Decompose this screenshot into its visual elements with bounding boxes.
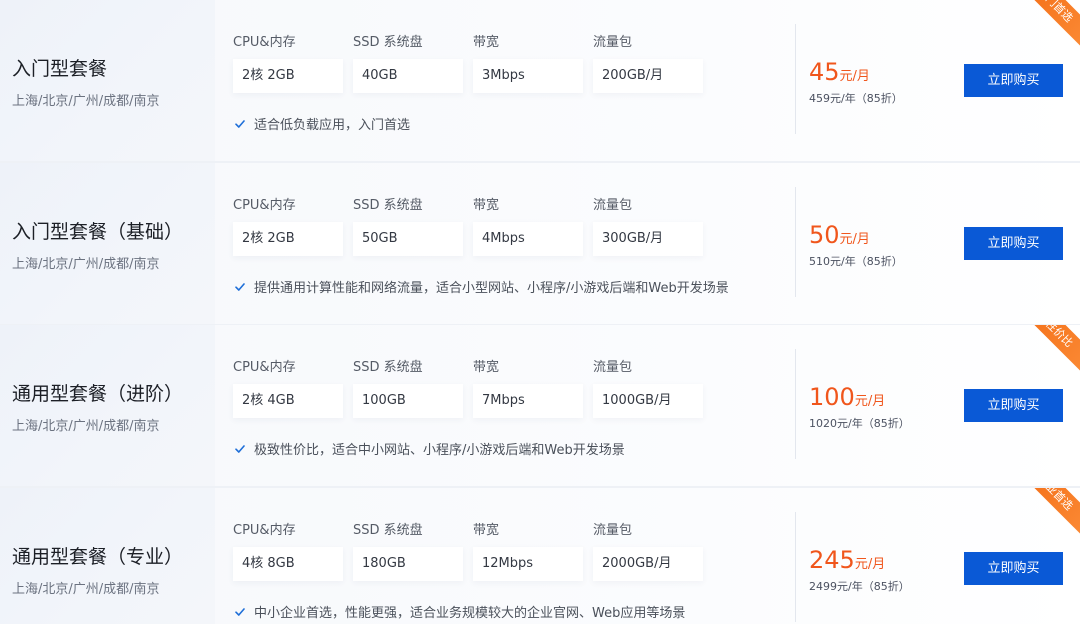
price-monthly: 245	[809, 546, 855, 574]
plan-list: 入门型套餐 上海/北京/广州/成都/南京 CPU&内存 SSD 系统盘 带宽 流量包 2核 …	[0, 0, 1080, 624]
plan-name: 通用型套餐（进阶）	[12, 383, 184, 405]
spec-value: 2核 2GB	[233, 59, 343, 93]
plan-feature-text: 提供通用计算性能和网络流量，适合小型网站、小程序/小游戏后端和Web开发场景	[254, 281, 729, 296]
plan-regions: 上海/北京/广州/成都/南京	[12, 419, 160, 434]
plan-name: 入门型套餐	[12, 58, 108, 80]
corner-badge: 企业首选	[1011, 488, 1080, 537]
spec-header: 流量包	[593, 360, 633, 375]
plan-feature: 适合低负载应用，入门首选	[235, 114, 410, 133]
plan-feature-text: 中小企业首选，性能更强，适合业务规模较大的企业官网、Web应用等场景	[254, 606, 686, 621]
plan-name: 入门型套餐（基础）	[12, 221, 184, 243]
spec-value: 180GB	[353, 547, 463, 581]
plan-summary: 通用型套餐（进阶） 上海/北京/广州/成都/南京	[0, 325, 215, 486]
spec-header: 带宽	[473, 523, 500, 538]
plan-regions: 上海/北京/广州/成都/南京	[12, 582, 160, 597]
corner-badge: 入门首选	[1011, 0, 1080, 49]
price-unit: 元/月	[839, 232, 870, 247]
plan-feature: 极致性价比，适合中小网站、小程序/小游戏后端和Web开发场景	[235, 439, 625, 458]
spec-value: 40GB	[353, 59, 463, 93]
divider	[795, 24, 796, 134]
buy-now-button[interactable]: 立即购买	[964, 389, 1063, 422]
spec-value: 2000GB/月	[593, 547, 703, 581]
buy-now-button[interactable]: 立即购买	[964, 227, 1063, 260]
plan-summary: 入门型套餐（基础） 上海/北京/广州/成都/南京	[0, 163, 215, 324]
plan-card: 通用型套餐（专业） 上海/北京/广州/成都/南京 CPU&内存 SSD 系统盘 带宽 流量…	[0, 488, 1080, 624]
buy-now-button[interactable]: 立即购买	[964, 552, 1063, 585]
spec-header: CPU&内存	[233, 35, 296, 50]
price-yearly: 1020元/年（85折）	[809, 417, 910, 430]
spec-header: 带宽	[473, 35, 500, 50]
spec-header: CPU&内存	[233, 523, 296, 538]
plan-summary: 入门型套餐上海/北京/广州/成都/南京	[0, 0, 215, 161]
price-yearly: 459元/年（85折）	[809, 92, 903, 105]
plan-card: 通用型套餐（进阶） 上海/北京/广州/成都/南京 CPU&内存 SSD 系统盘 带宽 流量…	[0, 325, 1080, 486]
corner-badge: 高性价比	[1011, 325, 1080, 374]
plan-feature: 提供通用计算性能和网络流量，适合小型网站、小程序/小游戏后端和Web开发场景	[235, 277, 729, 296]
spec-header: SSD 系统盘	[353, 360, 423, 375]
divider	[795, 349, 796, 459]
price-unit: 元/月	[854, 394, 886, 409]
spec-header: SSD 系统盘	[353, 198, 423, 213]
buy-now-button[interactable]: 立即购买	[964, 64, 1063, 97]
divider	[795, 512, 796, 622]
price: 100元/月	[809, 383, 885, 411]
spec-value: 3Mbps	[473, 59, 583, 93]
spec-value: 50GB	[353, 222, 463, 256]
price-unit: 元/月	[839, 69, 870, 84]
check-icon	[235, 608, 245, 616]
spec-value: 2核 4GB	[233, 384, 343, 418]
spec-header: CPU&内存	[233, 198, 296, 213]
plan-card: 入门型套餐（基础） 上海/北京/广州/成都/南京 CPU&内存 SSD 系统盘 带宽 流量…	[0, 163, 1080, 324]
spec-value: 100GB	[353, 384, 463, 418]
plan-card: 入门型套餐上海/北京/广州/成都/南京 CPU&内存 SSD 系统盘 带宽 流量包 2核 …	[0, 0, 1080, 161]
plan-feature-text: 极致性价比，适合中小网站、小程序/小游戏后端和Web开发场景	[254, 443, 625, 458]
price-unit: 元/月	[854, 557, 886, 572]
spec-header: 流量包	[593, 35, 633, 50]
spec-value: 7Mbps	[473, 384, 583, 418]
spec-value: 4Mbps	[473, 222, 583, 256]
spec-header: SSD 系统盘	[353, 523, 423, 538]
spec-header: 带宽	[473, 360, 500, 375]
price-monthly: 50	[809, 221, 840, 249]
spec-value: 4核 8GB	[233, 547, 343, 581]
price-monthly: 45	[809, 58, 840, 86]
spec-value: 2核 2GB	[233, 222, 343, 256]
spec-header: CPU&内存	[233, 360, 296, 375]
spec-value: 200GB/月	[593, 59, 703, 93]
check-icon	[235, 445, 245, 453]
spec-value: 1000GB/月	[593, 384, 703, 418]
divider	[795, 187, 796, 297]
spec-value: 12Mbps	[473, 547, 583, 581]
plan-name: 通用型套餐（专业）	[12, 546, 184, 568]
check-icon	[235, 283, 245, 291]
spec-value: 300GB/月	[593, 222, 703, 256]
spec-header: 流量包	[593, 523, 633, 538]
plan-feature-text: 适合低负载应用，入门首选	[254, 118, 411, 133]
price: 245元/月	[809, 546, 885, 574]
plan-regions: 上海/北京/广州/成都/南京	[12, 257, 160, 272]
price: 50元/月	[809, 221, 870, 249]
plan-regions: 上海/北京/广州/成都/南京	[12, 94, 160, 109]
price-yearly: 510元/年（85折）	[809, 255, 903, 268]
check-icon	[235, 120, 245, 128]
price: 45元/月	[809, 58, 870, 86]
price-monthly: 100	[809, 383, 855, 411]
spec-header: 带宽	[473, 198, 500, 213]
spec-header: 流量包	[593, 198, 633, 213]
price-yearly: 2499元/年（85折）	[809, 580, 910, 593]
plan-feature: 中小企业首选，性能更强，适合业务规模较大的企业官网、Web应用等场景	[235, 602, 685, 621]
spec-header: SSD 系统盘	[353, 35, 423, 50]
plan-summary: 通用型套餐（专业） 上海/北京/广州/成都/南京	[0, 488, 215, 624]
